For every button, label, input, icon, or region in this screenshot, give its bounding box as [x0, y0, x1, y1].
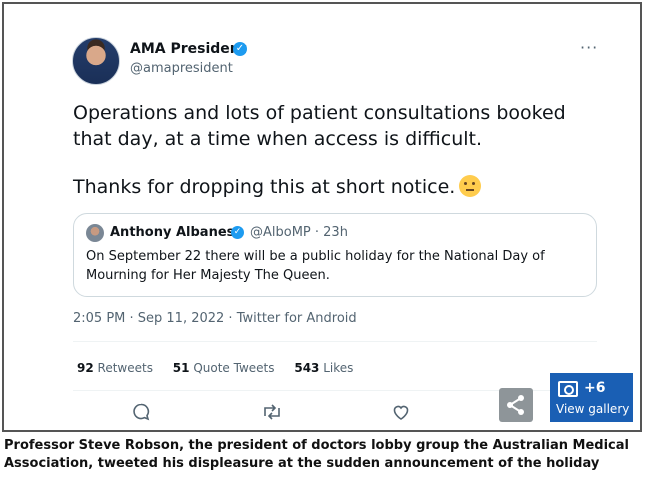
author-avatar[interactable] — [72, 37, 120, 85]
likes-label: Likes — [323, 361, 354, 375]
quoted-tweet-card[interactable]: Anthony Albanese ✓ @AlboMP · 23h On Sept… — [73, 213, 597, 297]
like-heart-icon[interactable] — [391, 402, 411, 422]
face-with-rolling-eyes-icon — [459, 175, 482, 197]
gallery-count: +6 — [584, 380, 606, 396]
quotes-label: Quote Tweets — [193, 361, 275, 375]
camera-icon — [558, 381, 578, 397]
quoted-author-name: Anthony Albanese — [110, 225, 244, 240]
tweet-text-paragraph-2-text: Thanks for dropping this at short notice… — [73, 176, 456, 198]
more-options-icon[interactable]: ··· — [580, 38, 598, 57]
quotes-count: 51 — [172, 361, 190, 375]
quotes-stat[interactable]: 51 Quote Tweets — [173, 361, 275, 375]
quoted-author-handle-time: @AlboMP · 23h — [250, 225, 348, 240]
author-name[interactable]: AMA President — [130, 41, 246, 57]
divider — [73, 341, 597, 342]
share-button[interactable] — [499, 388, 533, 422]
retweets-stat[interactable]: 92 Retweets — [77, 361, 153, 375]
gallery-label: View gallery — [556, 402, 630, 416]
view-gallery-button[interactable]: +6 View gallery — [550, 373, 633, 422]
quoted-tweet-text: On September 22 there will be a public h… — [86, 249, 545, 283]
verified-badge-icon: ✓ — [233, 42, 247, 56]
share-icon — [507, 395, 524, 415]
retweets-count: 92 — [77, 361, 94, 375]
quoted-author-avatar — [86, 224, 104, 242]
tweet-timestamp[interactable]: 2:05 PM · Sep 11, 2022 · Twitter for And… — [73, 311, 357, 326]
image-caption: Professor Steve Robson, the president of… — [4, 438, 629, 471]
quoted-verified-badge-icon: ✓ — [231, 226, 244, 239]
likes-stat[interactable]: 543 Likes — [294, 361, 353, 375]
author-handle[interactable]: @amapresident — [130, 61, 233, 76]
reply-icon[interactable] — [131, 402, 151, 422]
engagement-stats: 92 Retweets 51 Quote Tweets 543 Likes — [77, 361, 353, 375]
likes-count: 543 — [294, 361, 320, 375]
tweet-text-paragraph-2: Thanks for dropping this at short notice… — [73, 175, 482, 198]
retweets-label: Retweets — [97, 361, 153, 375]
tweet-text-paragraph-1: Operations and lots of patient consultat… — [73, 102, 566, 150]
retweet-icon[interactable] — [261, 402, 283, 422]
